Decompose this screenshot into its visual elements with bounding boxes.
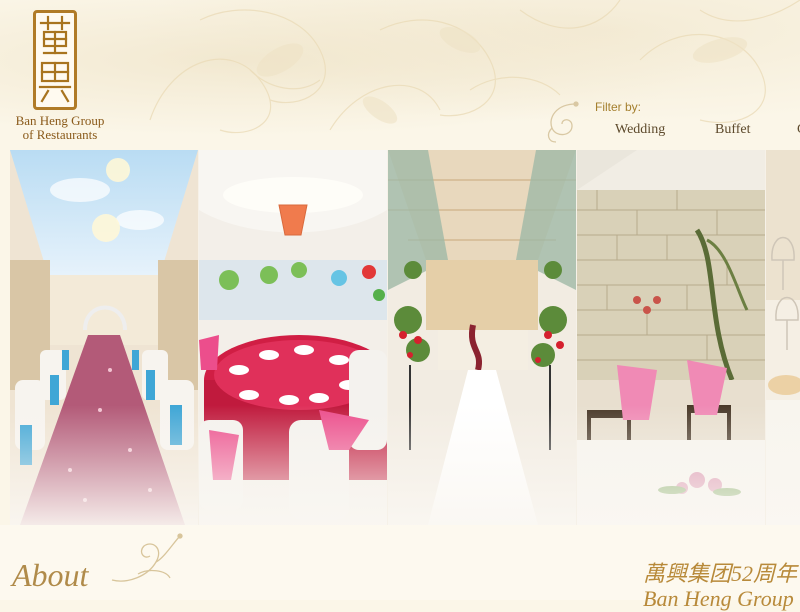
photo-fade-overlay (766, 405, 800, 525)
anniversary-chinese-title: 萬興集团52周年 (643, 561, 798, 586)
gallery-photo-glassware[interactable] (766, 150, 800, 525)
brand-name-line2: of Restaurants (22, 127, 98, 142)
brand-name-line1: Ban Heng Group (15, 113, 105, 128)
photo-fade-overlay (577, 405, 765, 525)
seal-characters-icon (38, 15, 72, 103)
photo-fade-overlay (199, 405, 387, 525)
logo-seal-icon (33, 10, 77, 110)
photo-fade-overlay (388, 405, 576, 525)
anniversary-english-title: Ban Heng Group (643, 586, 794, 611)
swirl-ornament-icon (111, 533, 183, 582)
venue-gallery (10, 150, 800, 525)
gallery-photo-stone-wall[interactable] (577, 150, 766, 525)
floral-pattern-background (149, 0, 800, 134)
photo-fade-overlay (10, 405, 198, 525)
filter-label: Filter by: (595, 100, 642, 114)
swirl-ornament-icon (547, 101, 579, 143)
gallery-photo-aisle[interactable] (388, 150, 577, 525)
filter-wedding-link[interactable]: Wedding (615, 122, 665, 138)
header: Ban Heng Group of Restaurants Filter by:… (0, 0, 800, 150)
filter-buffet-link[interactable]: Buffet (715, 122, 751, 138)
about-heading: About (12, 557, 89, 593)
brand-logo[interactable]: Ban Heng Group of Restaurants (0, 0, 120, 150)
gallery-photo-banquet[interactable] (199, 150, 388, 525)
gallery-photo-wedding-hall[interactable] (10, 150, 199, 525)
